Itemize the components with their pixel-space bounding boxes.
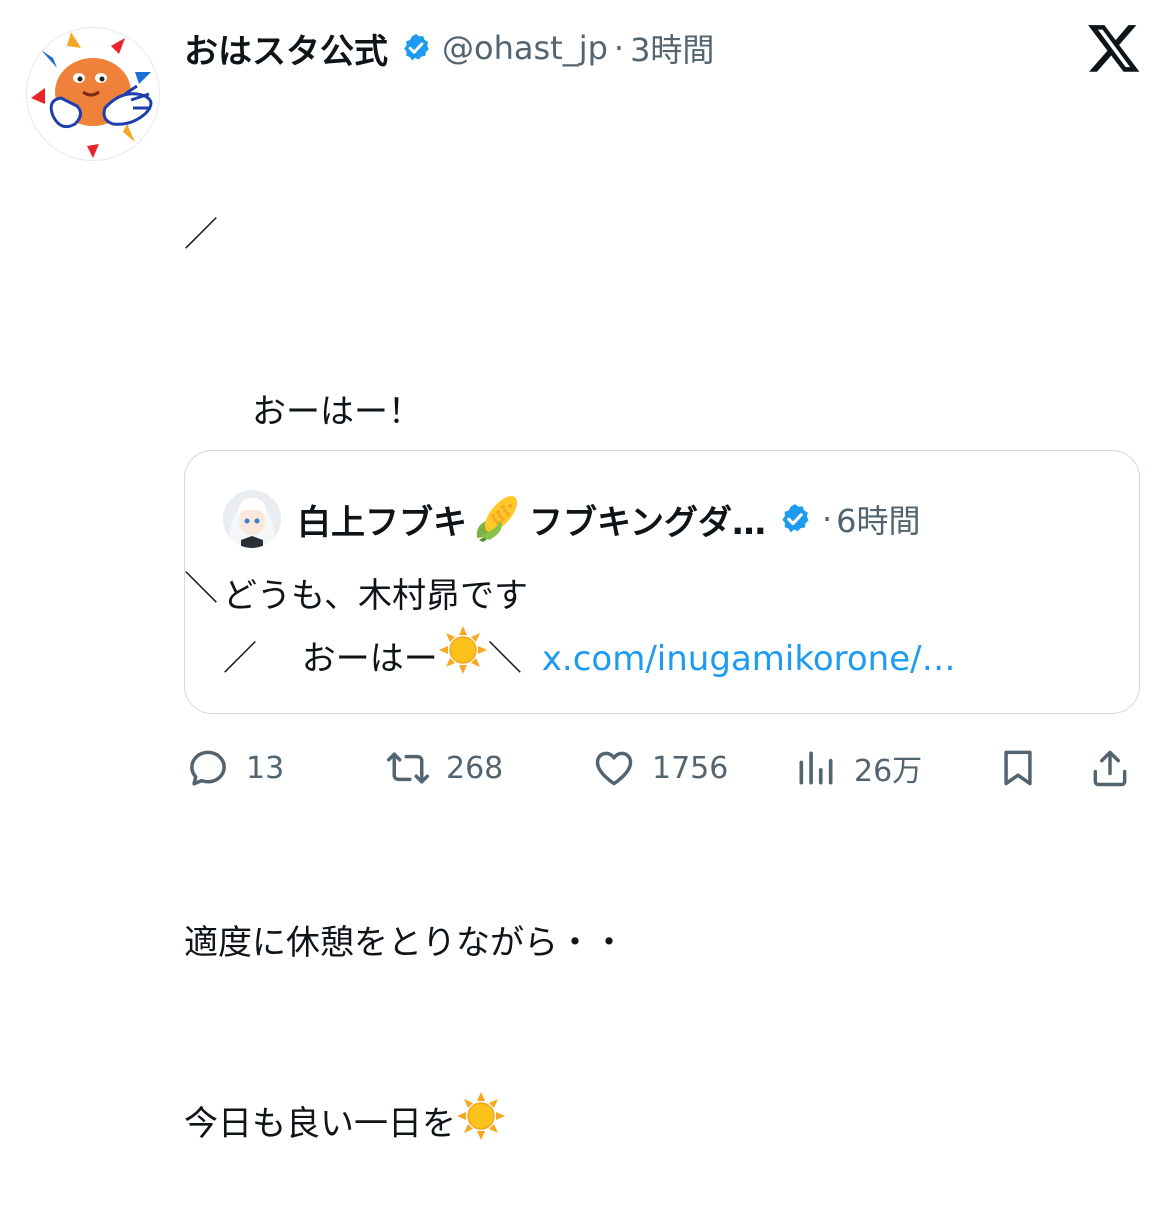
x-logo-icon[interactable] [1086,20,1142,76]
bookmark-icon [1004,750,1032,786]
post-body-line: おーはー！ [184,392,422,432]
quoted-post-card[interactable]: 白上フブキ フブキングダ… · 6時間 どうも、木村昴です ／ おーはー ＼ x… [184,450,1140,714]
quoted-post-line: どうも、木村昴です [223,576,528,616]
repost-count: 268 [446,750,504,786]
ohasuta-mascot-logo [31,32,153,158]
post-timestamp[interactable]: 3時間 [630,25,714,71]
quoted-header-separator: · [821,500,833,538]
like-button[interactable]: 1756 [592,736,728,800]
quoted-post-line: ／ おーはー ＼ x.com/inugamikorone/… [223,625,956,693]
share-icon [1093,750,1127,787]
quoted-post-text: ／ おーはー [223,639,438,679]
quoted-post-timestamp: 6時間 [836,502,921,540]
reply-icon [190,750,226,786]
quoted-author-display-name: 白上フブキ [297,502,467,543]
views-icon [799,751,833,785]
quoted-post-link[interactable]: x.com/inugamikorone/… [542,630,956,688]
quoted-author-avatar [223,490,281,548]
like-count: 1756 [652,750,729,786]
sun-emoji [456,1091,506,1160]
post-body-line-last: 今日も良い一日を [184,1091,1114,1160]
header-separator: · [613,29,625,67]
share-button[interactable] [1088,736,1132,800]
reply-count: 13 [246,750,285,786]
quoted-post-body: どうも、木村昴です ／ おーはー ＼ x.com/inugamikorone/… [223,567,956,693]
post-body-line: ／ [184,215,218,255]
post-body-text: 今日も良い一日を [184,1104,456,1144]
quoted-post-header: 白上フブキ フブキングダ… · 6時間 [223,489,921,549]
verified-badge-icon [782,504,809,533]
author-handle[interactable]: @ohast_jp [442,29,608,67]
bookmark-button[interactable] [996,736,1040,800]
repost-icon [387,752,429,784]
author-display-name[interactable]: おはスタ公式 [184,24,388,73]
repost-button[interactable]: 268 [386,736,503,800]
reply-button[interactable]: 13 [186,736,284,800]
heart-icon [595,751,633,786]
quoted-author-display-name-rest: フブキングダ… [529,502,766,543]
post-body-line: 適度に休憩をとりながら・・ [184,923,626,963]
author-avatar[interactable] [26,27,160,161]
post-header: おはスタ公式 @ohast_jp · 3時間 [184,24,714,72]
verified-badge-icon [404,34,429,61]
views-button[interactable]: 26万 [794,736,922,800]
sun-emoji [438,625,488,693]
action-bar: 13 268 1756 26万 [0,736,1169,800]
quoted-post-text-end: ＼ [487,639,522,679]
corn-emoji [471,490,525,548]
views-count: 26万 [854,754,923,789]
